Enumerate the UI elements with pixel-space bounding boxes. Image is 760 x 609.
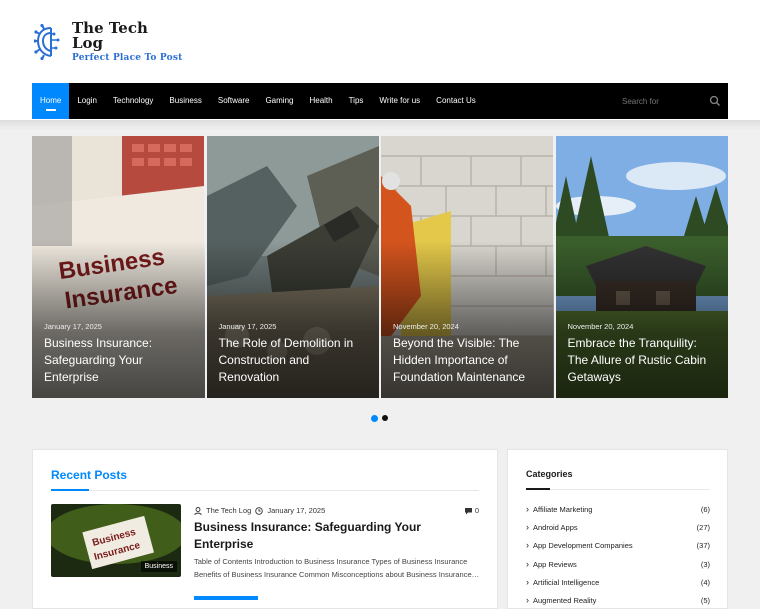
read-more-button[interactable] [194,596,258,600]
nav-item-login[interactable]: Login [69,83,105,119]
post-meta: The Tech Log January 17, 2025 [194,506,325,515]
slide[interactable]: January 17, 2025 The Role of Demolition … [206,136,379,398]
nav-item-business[interactable]: Business [161,83,209,119]
slide[interactable]: November 20, 2024 Beyond the Visible: Th… [381,136,554,398]
heading-underline [51,489,479,491]
nav-item-contact-us[interactable]: Contact Us [428,83,484,119]
header-shadow [0,120,760,130]
post-date: January 17, 2025 [267,506,326,515]
logo-tagline: Perfect Place To Post [72,53,183,63]
user-icon [194,506,202,515]
slide-date: January 17, 2025 [44,322,102,331]
main-navigation: Home Login Technology Business Software … [32,83,728,119]
clock-icon [255,506,264,515]
slide[interactable]: Business Insurance January 17, 2025 Busi… [32,136,205,398]
recent-posts-heading: Recent Posts [51,468,128,482]
category-item[interactable]: App Development Companies(37) [526,541,710,550]
slider-dot-1[interactable] [371,414,378,422]
categories-widget: Categories Affiliate Marketing(6) Androi… [507,449,728,609]
site-logo[interactable]: The Tech Log Perfect Place To Post [33,21,184,63]
search-icon[interactable] [708,94,722,108]
category-item[interactable]: Android Apps(27) [526,523,710,532]
search-box [616,83,728,119]
slide-date: January 17, 2025 [218,322,277,331]
site-header: The Tech Log Perfect Place To Post Home … [0,0,760,120]
slider-pagination [371,414,388,422]
slide[interactable]: November 20, 2024 Embrace the Tranquilit… [555,136,728,398]
slide-date: November 20, 2024 [567,322,634,331]
post-excerpt: Table of Contents Introduction to Busine… [194,557,480,579]
search-input[interactable] [616,96,706,106]
comment-count: 0 [474,506,479,515]
nav-item-tips[interactable]: Tips [341,83,372,119]
nav-item-gaming[interactable]: Gaming [257,83,301,119]
comment-icon [464,507,472,514]
post-title[interactable]: Business Insurance: Safeguarding Your En… [194,519,444,553]
category-item[interactable]: Augmented Reality(5) [526,596,710,605]
post-thumbnail[interactable]: Business Insurance Business [51,504,181,577]
nav-item-write-for-us[interactable]: Write for us [371,83,428,119]
post-comments[interactable]: 0 [464,506,479,515]
category-item[interactable]: App Reviews(3) [526,560,710,569]
slider-dot-2[interactable] [382,415,388,421]
slide-title[interactable]: Business Insurance: Safeguarding Your En… [44,335,196,386]
circuit-brain-icon [33,23,68,61]
nav-item-health[interactable]: Health [301,83,340,119]
slide-title[interactable]: Embrace the Tranquility: The Allure of R… [568,335,720,386]
nav-item-software[interactable]: Software [210,83,258,119]
category-item[interactable]: Artificial Intelligence(4) [526,578,710,587]
featured-slider: Business Insurance January 17, 2025 Busi… [32,136,728,398]
slide-date: November 20, 2024 [393,322,459,331]
slide-title[interactable]: Beyond the Visible: The Hidden Importanc… [393,335,545,386]
categories-heading: Categories [526,469,573,479]
slide-title[interactable]: The Role of Demolition in Construction a… [219,335,371,386]
heading-underline [526,488,710,490]
recent-posts-panel: Recent Posts Business Insurance Business… [32,449,498,609]
nav-item-home[interactable]: Home [32,83,70,119]
category-badge[interactable]: Business [140,561,177,572]
category-item[interactable]: Affiliate Marketing(6) [526,505,710,514]
nav-item-technology[interactable]: Technology [105,83,161,119]
post-author[interactable]: The Tech Log [206,506,251,515]
